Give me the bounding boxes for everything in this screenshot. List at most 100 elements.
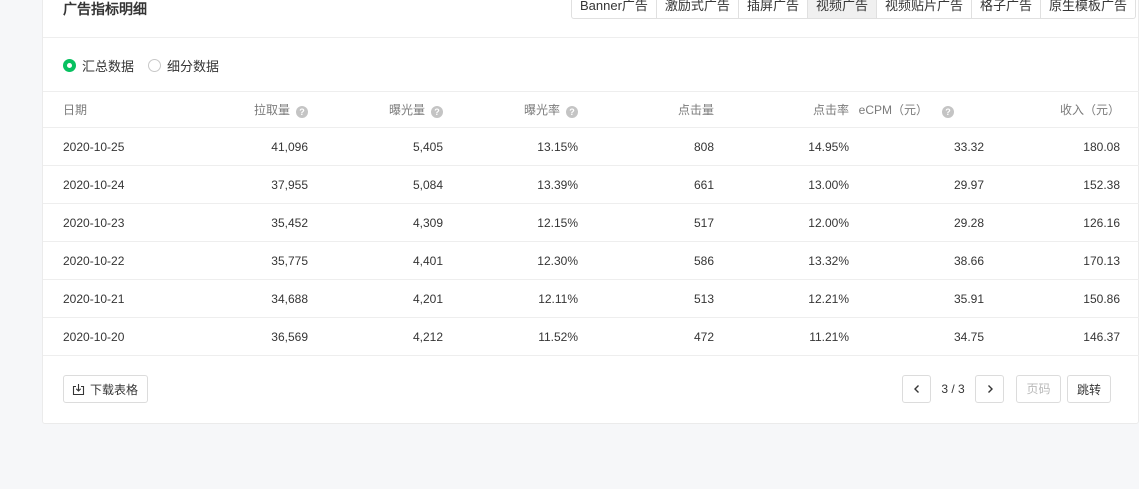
cell-ctr: 13.00% bbox=[714, 165, 849, 204]
radio-summary-label: 汇总数据 bbox=[82, 59, 135, 74]
cell-date: 2020-10-23 bbox=[43, 203, 198, 242]
question-circle-icon[interactable]: ? bbox=[566, 106, 578, 118]
cell-clicks: 661 bbox=[578, 165, 714, 204]
tab-banner[interactable]: Banner广告 bbox=[572, 0, 656, 18]
table-row: 2020-10-23 35,452 4,309 12.15% 517 12.00… bbox=[43, 203, 1139, 242]
cell-impressions: 5,084 bbox=[308, 165, 443, 204]
cell-impressions: 4,201 bbox=[308, 279, 443, 318]
jump-button[interactable]: 跳转 bbox=[1067, 375, 1111, 403]
cell-ctr: 11.21% bbox=[714, 317, 849, 356]
radio-detail[interactable]: 细分数据 bbox=[148, 56, 219, 75]
cell-impression-rate: 13.39% bbox=[443, 165, 578, 204]
cell-impression-rate: 13.15% bbox=[443, 127, 578, 166]
column-label: 点击量 bbox=[677, 103, 714, 117]
cell-ecpm: 29.28 bbox=[849, 203, 984, 242]
chevron-left-icon bbox=[913, 385, 919, 393]
column-header-impressions: 曝光量? bbox=[308, 91, 443, 128]
cell-requests: 35,775 bbox=[198, 241, 308, 280]
cell-ctr: 13.32% bbox=[714, 241, 849, 280]
column-header-clicks: 点击量 bbox=[578, 91, 714, 128]
question-circle-icon[interactable]: ? bbox=[431, 106, 443, 118]
radio-detail-label: 细分数据 bbox=[167, 59, 220, 74]
table-row: 2020-10-21 34,688 4,201 12.11% 513 12.21… bbox=[43, 279, 1139, 318]
header-divider bbox=[43, 37, 1138, 38]
cell-date: 2020-10-24 bbox=[43, 165, 198, 204]
radio-summary[interactable]: 汇总数据 bbox=[63, 56, 134, 75]
data-mode-radio-group: 汇总数据 细分数据 bbox=[63, 56, 233, 75]
column-label: 收入（元） bbox=[1059, 103, 1120, 117]
ad-metrics-card: 广告指标明细 Banner广告 激励式广告 插屏广告 视频广告 视频贴片广告 格… bbox=[42, 0, 1139, 424]
table-row: 2020-10-22 35,775 4,401 12.30% 586 13.32… bbox=[43, 241, 1139, 280]
column-header-requests: 拉取量? bbox=[198, 91, 308, 128]
cell-impression-rate: 12.30% bbox=[443, 241, 578, 280]
cell-requests: 35,452 bbox=[198, 203, 308, 242]
cell-clicks: 808 bbox=[578, 127, 714, 166]
next-page-button[interactable] bbox=[975, 375, 1004, 403]
cell-ecpm: 35.91 bbox=[849, 279, 984, 318]
cell-clicks: 517 bbox=[578, 203, 714, 242]
cell-date: 2020-10-25 bbox=[43, 127, 198, 166]
cell-impressions: 4,309 bbox=[308, 203, 443, 242]
column-label: eCPM（元） bbox=[858, 103, 928, 117]
metrics-table: 日期 拉取量? 曝光量? 曝光率? 点击量 点击率 eCPM（元）? 收入（元）… bbox=[43, 91, 1139, 356]
cell-impressions: 4,212 bbox=[308, 317, 443, 356]
column-label: 曝光量 bbox=[388, 103, 425, 117]
cell-ecpm: 34.75 bbox=[849, 317, 984, 356]
table-row: 2020-10-20 36,569 4,212 11.52% 472 11.21… bbox=[43, 317, 1139, 356]
radio-checked-icon bbox=[63, 59, 76, 72]
column-label: 点击率 bbox=[812, 103, 849, 117]
download-table-button[interactable]: 下载表格 bbox=[63, 375, 149, 403]
cell-revenue: 146.37 bbox=[984, 317, 1139, 356]
cell-ecpm: 38.66 bbox=[849, 241, 984, 280]
pagination: 3 / 3 跳转 bbox=[902, 375, 1111, 403]
column-header-ctr: 点击率 bbox=[714, 91, 849, 128]
cell-revenue: 150.86 bbox=[984, 279, 1139, 318]
tab-rewarded[interactable]: 激励式广告 bbox=[655, 0, 738, 18]
cell-impressions: 5,405 bbox=[308, 127, 443, 166]
tab-native-template[interactable]: 原生模板广告 bbox=[1040, 0, 1135, 18]
cell-revenue: 126.16 bbox=[984, 203, 1139, 242]
tab-interstitial[interactable]: 插屏广告 bbox=[737, 0, 807, 18]
tab-video[interactable]: 视频广告 bbox=[806, 0, 876, 18]
question-circle-icon[interactable]: ? bbox=[942, 106, 954, 118]
cell-ecpm: 29.97 bbox=[849, 165, 984, 204]
table-row: 2020-10-25 41,096 5,405 13.15% 808 14.95… bbox=[43, 127, 1139, 166]
cell-date: 2020-10-20 bbox=[43, 317, 198, 356]
column-label: 日期 bbox=[63, 103, 88, 117]
cell-revenue: 180.08 bbox=[984, 127, 1139, 166]
cell-ctr: 14.95% bbox=[714, 127, 849, 166]
cell-ctr: 12.21% bbox=[714, 279, 849, 318]
table-header-row: 日期 拉取量? 曝光量? 曝光率? 点击量 点击率 eCPM（元）? 收入（元） bbox=[43, 91, 1139, 128]
cell-date: 2020-10-21 bbox=[43, 279, 198, 318]
cell-revenue: 152.38 bbox=[984, 165, 1139, 204]
cell-date: 2020-10-22 bbox=[43, 241, 198, 280]
cell-clicks: 472 bbox=[578, 317, 714, 356]
table-row: 2020-10-24 37,955 5,084 13.39% 661 13.00… bbox=[43, 165, 1139, 204]
prev-page-button[interactable] bbox=[902, 375, 931, 403]
cell-clicks: 513 bbox=[578, 279, 714, 318]
column-header-date: 日期 bbox=[43, 91, 198, 128]
column-header-ecpm: eCPM（元）? bbox=[849, 91, 984, 128]
cell-ctr: 12.00% bbox=[714, 203, 849, 242]
tab-video-preroll[interactable]: 视频贴片广告 bbox=[875, 0, 971, 18]
column-header-impression-rate: 曝光率? bbox=[443, 91, 578, 128]
cell-requests: 36,569 bbox=[198, 317, 308, 356]
cell-requests: 37,955 bbox=[198, 165, 308, 204]
column-header-revenue: 收入（元） bbox=[984, 91, 1139, 128]
cell-requests: 34,688 bbox=[198, 279, 308, 318]
cell-requests: 41,096 bbox=[198, 127, 308, 166]
page-number-input[interactable] bbox=[1016, 375, 1061, 403]
tab-grid[interactable]: 格子广告 bbox=[970, 0, 1040, 18]
cell-impression-rate: 12.15% bbox=[443, 203, 578, 242]
cell-impression-rate: 12.11% bbox=[443, 279, 578, 318]
cell-impressions: 4,401 bbox=[308, 241, 443, 280]
download-table-label: 下载表格 bbox=[90, 382, 139, 397]
cell-impression-rate: 11.52% bbox=[443, 317, 578, 356]
cell-clicks: 586 bbox=[578, 241, 714, 280]
column-label: 拉取量 bbox=[253, 103, 290, 117]
cell-ecpm: 33.32 bbox=[849, 127, 984, 166]
radio-unchecked-icon bbox=[148, 59, 162, 72]
question-circle-icon[interactable]: ? bbox=[296, 106, 308, 118]
download-icon bbox=[72, 383, 85, 395]
card-title: 广告指标明细 bbox=[63, 1, 147, 17]
